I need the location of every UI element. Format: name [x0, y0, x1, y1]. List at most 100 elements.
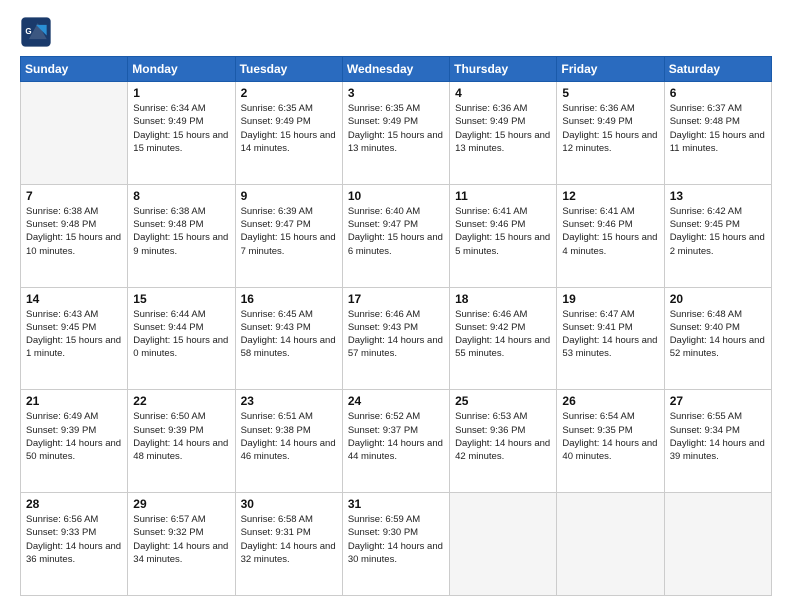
day-number: 4: [455, 86, 551, 100]
calendar-col-header: Tuesday: [235, 57, 342, 82]
calendar-col-header: Friday: [557, 57, 664, 82]
calendar-cell: 3 Sunrise: 6:35 AMSunset: 9:49 PMDaylight…: [342, 82, 449, 185]
day-number: 19: [562, 292, 658, 306]
day-number: 14: [26, 292, 122, 306]
calendar-cell: 23 Sunrise: 6:51 AMSunset: 9:38 PMDayligh…: [235, 390, 342, 493]
calendar-cell: 11 Sunrise: 6:41 AMSunset: 9:46 PMDayligh…: [450, 184, 557, 287]
cell-info: Sunrise: 6:41 AMSunset: 9:46 PMDaylight:…: [455, 205, 551, 258]
day-number: 13: [670, 189, 766, 203]
cell-info: Sunrise: 6:47 AMSunset: 9:41 PMDaylight:…: [562, 308, 658, 361]
day-number: 31: [348, 497, 444, 511]
cell-info: Sunrise: 6:36 AMSunset: 9:49 PMDaylight:…: [455, 102, 551, 155]
day-number: 10: [348, 189, 444, 203]
calendar-week-row: 14 Sunrise: 6:43 AMSunset: 9:45 PMDayligh…: [21, 287, 772, 390]
calendar-cell: 27 Sunrise: 6:55 AMSunset: 9:34 PMDayligh…: [664, 390, 771, 493]
calendar-col-header: Thursday: [450, 57, 557, 82]
calendar-cell: [664, 493, 771, 596]
calendar-cell: 21Sunrise: 6:49 AMSunset: 9:39 PMDayligh…: [21, 390, 128, 493]
day-number: 1: [133, 86, 229, 100]
day-number: 30: [241, 497, 337, 511]
calendar-week-row: 1Sunrise: 6:34 AMSunset: 9:49 PMDaylight…: [21, 82, 772, 185]
calendar-cell: [450, 493, 557, 596]
calendar-cell: 4 Sunrise: 6:36 AMSunset: 9:49 PMDaylight…: [450, 82, 557, 185]
calendar-cell: 9 Sunrise: 6:39 AMSunset: 9:47 PMDaylight…: [235, 184, 342, 287]
calendar-cell: 31 Sunrise: 6:59 AMSunset: 9:30 PMDayligh…: [342, 493, 449, 596]
calendar-col-header: Wednesday: [342, 57, 449, 82]
cell-info: Sunrise: 6:57 AMSunset: 9:32 PMDaylight:…: [133, 513, 229, 566]
day-number: 15: [133, 292, 229, 306]
day-number: 22: [133, 394, 229, 408]
day-number: 5: [562, 86, 658, 100]
logo: G: [20, 16, 56, 48]
day-number: 3: [348, 86, 444, 100]
cell-info: Sunrise: 6:35 AMSunset: 9:49 PMDaylight:…: [241, 102, 337, 155]
calendar-cell: 30 Sunrise: 6:58 AMSunset: 9:31 PMDayligh…: [235, 493, 342, 596]
cell-info: Sunrise: 6:35 AMSunset: 9:49 PMDaylight:…: [348, 102, 444, 155]
cell-info: Sunrise: 6:58 AMSunset: 9:31 PMDaylight:…: [241, 513, 337, 566]
day-number: 26: [562, 394, 658, 408]
cell-info: Sunrise: 6:37 AMSunset: 9:48 PMDaylight:…: [670, 102, 766, 155]
cell-info: Sunrise: 6:42 AMSunset: 9:45 PMDaylight:…: [670, 205, 766, 258]
day-number: 11: [455, 189, 551, 203]
day-number: 9: [241, 189, 337, 203]
calendar-cell: [21, 82, 128, 185]
calendar-cell: 26 Sunrise: 6:54 AMSunset: 9:35 PMDayligh…: [557, 390, 664, 493]
calendar-cell: 5 Sunrise: 6:36 AMSunset: 9:49 PMDaylight…: [557, 82, 664, 185]
page: G SundayMondayTuesdayWednesdayThursdayFr…: [0, 0, 792, 612]
calendar-cell: 19 Sunrise: 6:47 AMSunset: 9:41 PMDayligh…: [557, 287, 664, 390]
cell-info: Sunrise: 6:53 AMSunset: 9:36 PMDaylight:…: [455, 410, 551, 463]
cell-info: Sunrise: 6:51 AMSunset: 9:38 PMDaylight:…: [241, 410, 337, 463]
cell-info: Sunrise: 6:41 AMSunset: 9:46 PMDaylight:…: [562, 205, 658, 258]
calendar-table: SundayMondayTuesdayWednesdayThursdayFrid…: [20, 56, 772, 596]
day-number: 25: [455, 394, 551, 408]
calendar-week-row: 7 Sunrise: 6:38 AMSunset: 9:48 PMDaylight…: [21, 184, 772, 287]
calendar-cell: 13 Sunrise: 6:42 AMSunset: 9:45 PMDayligh…: [664, 184, 771, 287]
cell-info: Sunrise: 6:50 AMSunset: 9:39 PMDaylight:…: [133, 410, 229, 463]
cell-info: Sunrise: 6:46 AMSunset: 9:43 PMDaylight:…: [348, 308, 444, 361]
calendar-cell: 7 Sunrise: 6:38 AMSunset: 9:48 PMDaylight…: [21, 184, 128, 287]
day-number: 17: [348, 292, 444, 306]
calendar-cell: 24Sunrise: 6:52 AMSunset: 9:37 PMDayligh…: [342, 390, 449, 493]
day-number: 16: [241, 292, 337, 306]
day-number: 8: [133, 189, 229, 203]
calendar-cell: 6 Sunrise: 6:37 AMSunset: 9:48 PMDaylight…: [664, 82, 771, 185]
day-number: 12: [562, 189, 658, 203]
calendar-cell: 14 Sunrise: 6:43 AMSunset: 9:45 PMDayligh…: [21, 287, 128, 390]
calendar-cell: 12 Sunrise: 6:41 AMSunset: 9:46 PMDayligh…: [557, 184, 664, 287]
calendar-cell: 29 Sunrise: 6:57 AMSunset: 9:32 PMDayligh…: [128, 493, 235, 596]
day-number: 23: [241, 394, 337, 408]
calendar-cell: 25 Sunrise: 6:53 AMSunset: 9:36 PMDayligh…: [450, 390, 557, 493]
cell-info: Sunrise: 6:56 AMSunset: 9:33 PMDaylight:…: [26, 513, 122, 566]
cell-info: Sunrise: 6:40 AMSunset: 9:47 PMDaylight:…: [348, 205, 444, 258]
cell-info: Sunrise: 6:52 AMSunset: 9:37 PMDaylight:…: [348, 410, 444, 463]
cell-info: Sunrise: 6:44 AMSunset: 9:44 PMDaylight:…: [133, 308, 229, 361]
cell-info: Sunrise: 6:48 AMSunset: 9:40 PMDaylight:…: [670, 308, 766, 361]
cell-info: Sunrise: 6:46 AMSunset: 9:42 PMDaylight:…: [455, 308, 551, 361]
calendar-cell: 2 Sunrise: 6:35 AMSunset: 9:49 PMDaylight…: [235, 82, 342, 185]
calendar-week-row: 28Sunrise: 6:56 AMSunset: 9:33 PMDayligh…: [21, 493, 772, 596]
cell-info: Sunrise: 6:59 AMSunset: 9:30 PMDaylight:…: [348, 513, 444, 566]
svg-text:G: G: [25, 27, 31, 36]
logo-icon: G: [20, 16, 52, 48]
cell-info: Sunrise: 6:39 AMSunset: 9:47 PMDaylight:…: [241, 205, 337, 258]
day-number: 21: [26, 394, 122, 408]
calendar-col-header: Monday: [128, 57, 235, 82]
day-number: 29: [133, 497, 229, 511]
cell-info: Sunrise: 6:38 AMSunset: 9:48 PMDaylight:…: [26, 205, 122, 258]
cell-info: Sunrise: 6:38 AMSunset: 9:48 PMDaylight:…: [133, 205, 229, 258]
cell-info: Sunrise: 6:55 AMSunset: 9:34 PMDaylight:…: [670, 410, 766, 463]
calendar-cell: 1Sunrise: 6:34 AMSunset: 9:49 PMDaylight…: [128, 82, 235, 185]
day-number: 2: [241, 86, 337, 100]
day-number: 27: [670, 394, 766, 408]
calendar-cell: 8 Sunrise: 6:38 AMSunset: 9:48 PMDaylight…: [128, 184, 235, 287]
day-number: 7: [26, 189, 122, 203]
day-number: 6: [670, 86, 766, 100]
cell-info: Sunrise: 6:36 AMSunset: 9:49 PMDaylight:…: [562, 102, 658, 155]
calendar-cell: 17 Sunrise: 6:46 AMSunset: 9:43 PMDayligh…: [342, 287, 449, 390]
cell-info: Sunrise: 6:43 AMSunset: 9:45 PMDaylight:…: [26, 308, 122, 361]
cell-info: Sunrise: 6:54 AMSunset: 9:35 PMDaylight:…: [562, 410, 658, 463]
calendar-cell: 15 Sunrise: 6:44 AMSunset: 9:44 PMDayligh…: [128, 287, 235, 390]
calendar-cell: 18Sunrise: 6:46 AMSunset: 9:42 PMDayligh…: [450, 287, 557, 390]
calendar-cell: 10 Sunrise: 6:40 AMSunset: 9:47 PMDayligh…: [342, 184, 449, 287]
cell-info: Sunrise: 6:45 AMSunset: 9:43 PMDaylight:…: [241, 308, 337, 361]
